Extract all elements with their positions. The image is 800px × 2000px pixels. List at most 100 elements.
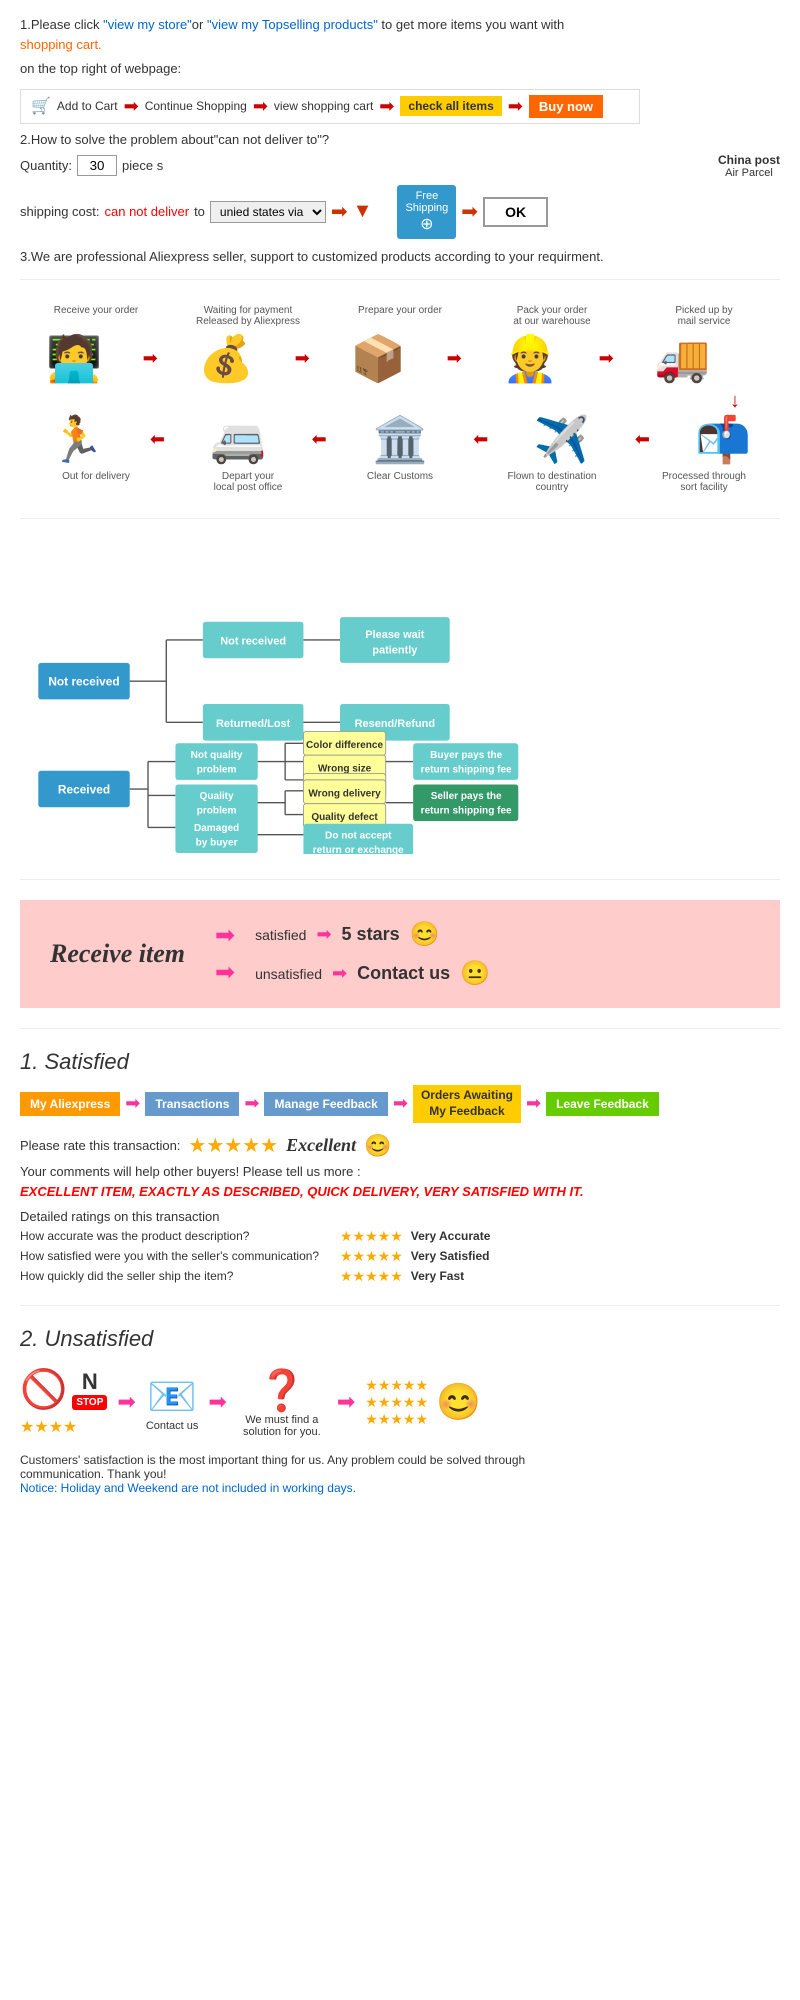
unsat-step-4: ★★★★★ ★★★★★ ★★★★★ 😊 — [365, 1377, 481, 1428]
svg-text:Not quality: Not quality — [191, 749, 243, 760]
outcome-satisfied: satisfied ➡ 5 stars 😊 — [255, 920, 490, 949]
top-label-1: Waiting for paymentReleased by Aliexpres… — [188, 305, 308, 327]
shipping-row: shipping cost: can not deliver to unied … — [20, 185, 780, 239]
receive-arrow-2: ➡ — [215, 958, 235, 987]
svg-text:Wrong delivery: Wrong delivery — [308, 788, 381, 799]
flow-arrow-b2: ⬅ — [312, 429, 327, 450]
section1-text: 1.Please click "view my store"or "view m… — [20, 15, 780, 54]
flow-arrow-2: ➡ — [295, 348, 310, 369]
page-container: 1.Please click "view my store"or "view m… — [0, 0, 800, 1530]
top-label-2: Prepare your order — [340, 305, 460, 327]
flow-arrow-b1: ⬅ — [150, 429, 165, 450]
excellent-text: Excellent — [286, 1135, 356, 1156]
svg-text:Resend/Refund: Resend/Refund — [355, 717, 435, 729]
china-post-box: China post Air Parcel — [718, 153, 780, 179]
icon-worker: 👷 — [490, 332, 570, 385]
outcome-arrow-2: ➡ — [332, 963, 347, 984]
receive-arrow-1: ➡ — [215, 921, 235, 950]
happy-smiley: 😊 — [436, 1381, 481, 1423]
step-continue: Continue Shopping — [145, 99, 247, 113]
svg-text:return shipping fee: return shipping fee — [421, 805, 512, 816]
svg-text:by buyer: by buyer — [196, 837, 238, 848]
problem-chart: Not received Not received Please wait pa… — [20, 534, 780, 865]
problem-chart-svg: Not received Not received Please wait pa… — [20, 544, 660, 855]
svg-text:Damaged: Damaged — [194, 823, 239, 834]
svg-text:return shipping fee: return shipping fee — [421, 764, 512, 775]
buy-now-button[interactable]: Buy now — [529, 95, 603, 118]
bottom-label-2: Clear Customs — [340, 471, 460, 493]
no-icon: 🚫 — [20, 1368, 67, 1412]
receive-title: Receive item — [50, 939, 185, 969]
unsat-step-1: 🚫 N STOP ★★★★ — [20, 1368, 107, 1437]
svg-text:Please wait: Please wait — [365, 629, 424, 641]
top-label-3: Pack your orderat our warehouse — [492, 305, 612, 327]
unsat-stars-1: ★★★★ — [20, 1417, 107, 1437]
icon-box: 📦 — [338, 332, 418, 385]
section2-title: 2.How to solve the problem about"can not… — [20, 132, 780, 147]
flow-arrow-3: ➡ — [447, 348, 462, 369]
section3: 3.We are professional Aliexpress seller,… — [20, 249, 780, 264]
top-label-0: Receive your order — [36, 305, 156, 327]
unsat-arrow-3: ➡ — [337, 1389, 355, 1415]
icon-van: 🚐 — [198, 413, 278, 466]
footer-notice: Customers' satisfaction is the most impo… — [20, 1453, 780, 1495]
outcome-arrow-1: ➡ — [316, 924, 331, 945]
feedback-steps: My Aliexpress ➡ Transactions ➡ Manage Fe… — [20, 1085, 780, 1122]
icon-plane: ✈️ — [522, 413, 602, 466]
cart-icon: 🛒 — [31, 96, 51, 116]
fb-step-transactions[interactable]: Transactions — [145, 1092, 239, 1116]
fb-step-awaiting[interactable]: Orders Awaiting My Feedback — [413, 1085, 521, 1122]
quantity-input[interactable] — [77, 155, 117, 176]
arrow1: ➡ — [124, 96, 139, 117]
receive-section: Receive item ➡ ➡ satisfied ➡ 5 stars 😊 u… — [20, 900, 780, 1008]
icon-sort: 📬 — [683, 413, 763, 466]
icon-customs: 🏛️ — [360, 413, 440, 466]
flow-arrow-b4: ⬅ — [635, 429, 650, 450]
ship-arrow2: ▼ — [353, 200, 373, 223]
receive-arrows: ➡ ➡ — [215, 921, 235, 987]
unsat-arrow-1: ➡ — [117, 1389, 135, 1415]
excellent-smiley: 😊 — [364, 1133, 391, 1159]
svg-text:Do not accept: Do not accept — [325, 830, 392, 841]
receive-outcomes: satisfied ➡ 5 stars 😊 unsatisfied ➡ Cont… — [255, 920, 490, 988]
svg-text:Not received: Not received — [220, 635, 286, 647]
svg-text:Quality: Quality — [200, 791, 234, 802]
bottom-label-1: Depart yourlocal post office — [188, 471, 308, 493]
svg-text:problem: problem — [197, 805, 237, 816]
detailed-ratings: Detailed ratings on this transaction How… — [20, 1209, 780, 1285]
rate-stars: ★★★★★ — [188, 1133, 278, 1158]
arrow4: ➡ — [508, 96, 523, 117]
unsat-step-3: ❓ We must find a solution for you. — [237, 1367, 327, 1438]
dr-row-1: How satisfied were you with the seller's… — [20, 1248, 780, 1265]
stop-icon: STOP — [72, 1395, 107, 1410]
flow-arrow-4: ➡ — [599, 348, 614, 369]
quantity-row: Quantity: piece s China post Air Parcel — [20, 153, 780, 179]
excellent-quote: EXCELLENT ITEM, EXACTLY AS DESCRIBED, QU… — [20, 1184, 780, 1199]
outcome-unsatisfied: unsatisfied ➡ Contact us 😐 — [255, 959, 490, 988]
fb-step-manage[interactable]: Manage Feedback — [264, 1092, 387, 1116]
process-flow: Receive your order Waiting for paymentRe… — [20, 295, 780, 503]
flow-arrow-b3: ⬅ — [473, 429, 488, 450]
notice-text: Notice: Holiday and Weekend are not incl… — [20, 1481, 780, 1495]
fb-step-aliexpress[interactable]: My Aliexpress — [20, 1092, 120, 1116]
icon-truck: 🚚 — [642, 332, 722, 385]
fb-arrow-2: ➡ — [244, 1093, 259, 1114]
ship-arrow1: ➡ — [331, 199, 348, 224]
star-group: ★★★★★ ★★★★★ ★★★★★ — [365, 1377, 428, 1428]
shipping-via-select[interactable]: unied states via — [210, 201, 326, 223]
step-check-all: check all items — [400, 96, 501, 116]
fb-step-leave[interactable]: Leave Feedback — [546, 1092, 659, 1116]
icon-delivery: 🏃 — [37, 413, 117, 466]
arrow2: ➡ — [253, 96, 268, 117]
svg-text:problem: problem — [197, 764, 237, 775]
bottom-labels: Out for delivery Depart yourlocal post o… — [20, 471, 780, 493]
ok-button[interactable]: OK — [483, 197, 548, 227]
unsatisfied-section: 2. Unsatisfied 🚫 N STOP ★★★★ ➡ 📧 — [20, 1326, 780, 1495]
fb-arrow-1: ➡ — [125, 1093, 140, 1114]
svg-text:Wrong size: Wrong size — [318, 763, 372, 774]
svg-text:patiently: patiently — [372, 644, 418, 656]
svg-text:Not received: Not received — [48, 674, 119, 688]
svg-text:Quality defect: Quality defect — [311, 812, 378, 823]
dr-row-2: How quickly did the seller ship the item… — [20, 1268, 780, 1285]
unsat-step-2: 📧 Contact us — [146, 1373, 199, 1432]
